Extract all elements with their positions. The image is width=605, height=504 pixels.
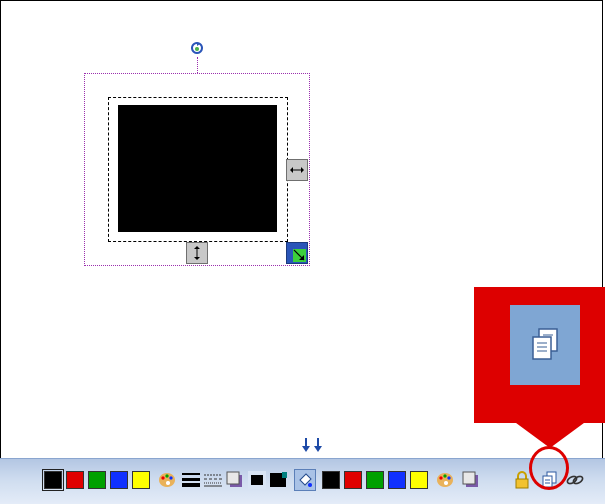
horizontal-arrows-icon bbox=[290, 167, 304, 173]
drawing-toolbar bbox=[0, 458, 605, 504]
collapse-toolbar-button[interactable] bbox=[297, 434, 327, 456]
line-color-swatch[interactable] bbox=[88, 471, 106, 489]
palette-icon[interactable] bbox=[158, 471, 176, 489]
copy-page-icon bbox=[532, 328, 558, 360]
line-style-icon[interactable] bbox=[204, 471, 222, 489]
diagonal-resize-icon bbox=[288, 244, 306, 262]
fill-type-icon[interactable] bbox=[248, 471, 266, 489]
rotate-icon[interactable] bbox=[190, 41, 204, 55]
fill-color-swatch[interactable] bbox=[322, 471, 340, 489]
fill-color-swatch[interactable] bbox=[410, 471, 428, 489]
vertical-arrows-icon bbox=[194, 246, 200, 260]
fill-color-swatch[interactable] bbox=[388, 471, 406, 489]
rotate-connector bbox=[197, 57, 198, 73]
link-icon[interactable] bbox=[566, 471, 584, 489]
lock-icon[interactable] bbox=[513, 471, 531, 489]
black-rectangle-object[interactable] bbox=[118, 105, 277, 232]
shadow-icon[interactable] bbox=[462, 471, 480, 489]
resize-horizontal-handle[interactable] bbox=[286, 159, 308, 181]
double-down-arrow-icon bbox=[302, 438, 322, 452]
fill-color-swatch[interactable] bbox=[366, 471, 384, 489]
shadow-icon[interactable] bbox=[226, 471, 244, 489]
resize-vertical-handle[interactable] bbox=[186, 242, 208, 264]
line-color-swatch[interactable] bbox=[66, 471, 84, 489]
line-thickness-icon[interactable] bbox=[182, 471, 200, 489]
fill-color-swatch[interactable] bbox=[344, 471, 362, 489]
fill-color-swatch[interactable] bbox=[270, 471, 288, 489]
copy-button-highlight-ring bbox=[529, 446, 569, 490]
paint-bucket-icon[interactable] bbox=[294, 469, 316, 491]
resize-corner-handle[interactable] bbox=[286, 242, 308, 264]
line-color-swatch[interactable] bbox=[132, 471, 150, 489]
line-color-swatch[interactable] bbox=[110, 471, 128, 489]
line-color-swatch[interactable] bbox=[42, 469, 64, 491]
callout-copy-button[interactable] bbox=[510, 305, 580, 385]
palette-icon[interactable] bbox=[436, 471, 454, 489]
down-arrow-icon bbox=[512, 404, 588, 448]
